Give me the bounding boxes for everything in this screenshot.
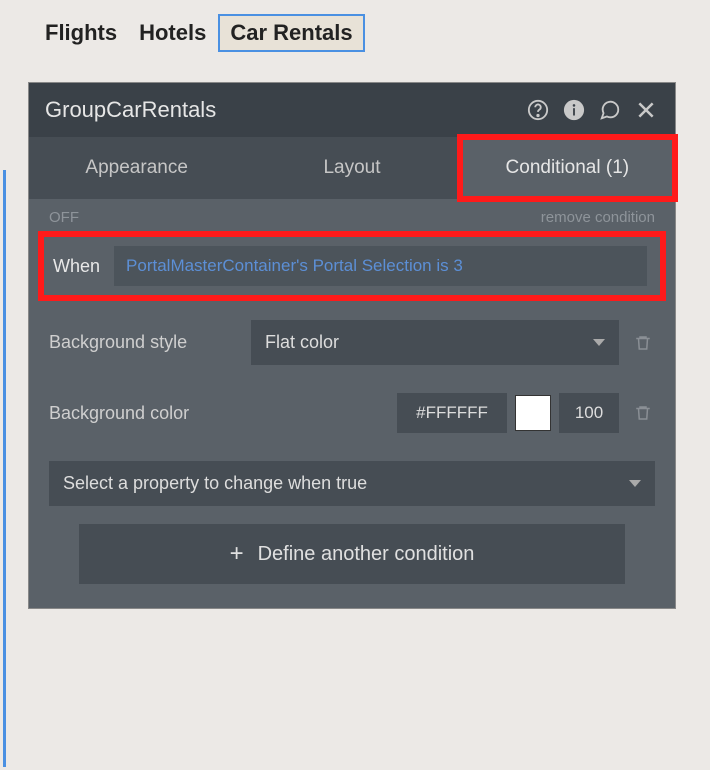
background-style-select[interactable]: Flat color xyxy=(251,320,619,365)
tab-car-rentals[interactable]: Car Rentals xyxy=(218,14,364,52)
selection-indicator xyxy=(3,170,6,767)
background-style-row: Background style Flat color xyxy=(29,306,675,379)
trash-icon[interactable] xyxy=(631,331,655,355)
portal-tabs: Flights Hotels Car Rentals xyxy=(0,0,710,58)
panel-header-icons xyxy=(525,97,659,123)
background-color-swatch[interactable] xyxy=(515,395,551,431)
property-panel: GroupCarRentals Appearance Layout Condit… xyxy=(28,82,676,609)
condition-header-row: OFF remove condition xyxy=(29,199,675,232)
close-icon[interactable] xyxy=(633,97,659,123)
chevron-down-icon xyxy=(593,339,605,346)
when-label: When xyxy=(53,256,114,277)
when-expression-input[interactable]: PortalMasterContainer's Portal Selection… xyxy=(114,246,647,286)
tab-flights[interactable]: Flights xyxy=(45,20,117,46)
background-style-label: Background style xyxy=(49,332,239,353)
define-another-label: Define another condition xyxy=(258,543,475,566)
tab-hotels[interactable]: Hotels xyxy=(139,20,206,46)
panel-title: GroupCarRentals xyxy=(45,97,525,123)
condition-off-label: OFF xyxy=(49,209,79,226)
info-icon[interactable] xyxy=(561,97,587,123)
define-another-condition-button[interactable]: + Define another condition xyxy=(79,524,625,584)
background-color-row: Background color #FFFFFF 100 xyxy=(29,379,675,447)
background-color-alpha-input[interactable]: 100 xyxy=(559,393,619,433)
select-property-label: Select a property to change when true xyxy=(63,473,367,494)
plus-icon: + xyxy=(230,542,244,566)
remove-condition-link[interactable]: remove condition xyxy=(541,209,655,226)
background-style-value: Flat color xyxy=(265,332,339,353)
chevron-down-icon xyxy=(629,480,641,487)
comment-icon[interactable] xyxy=(597,97,623,123)
tab-conditional[interactable]: Conditional (1) xyxy=(460,137,675,199)
tab-layout[interactable]: Layout xyxy=(244,137,459,199)
trash-icon[interactable] xyxy=(631,401,655,425)
select-property-dropdown[interactable]: Select a property to change when true xyxy=(49,461,655,506)
when-row: When PortalMasterContainer's Portal Sele… xyxy=(41,234,663,298)
background-color-label: Background color xyxy=(49,403,239,424)
panel-header: GroupCarRentals xyxy=(29,83,675,137)
help-icon[interactable] xyxy=(525,97,551,123)
panel-tabs: Appearance Layout Conditional (1) xyxy=(29,137,675,199)
tab-appearance[interactable]: Appearance xyxy=(29,137,244,199)
background-color-hex-input[interactable]: #FFFFFF xyxy=(397,393,507,433)
